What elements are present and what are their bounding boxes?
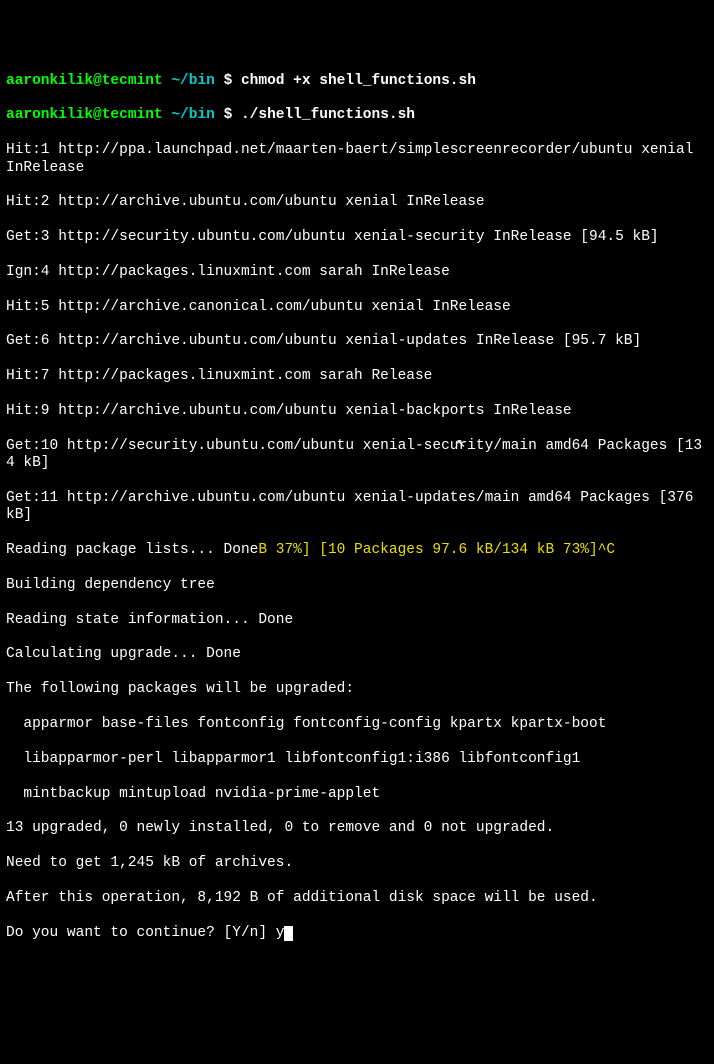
output-build-dep: Building dependency tree bbox=[6, 577, 708, 594]
output-hit5: Hit:5 http://archive.canonical.com/ubunt… bbox=[6, 299, 708, 316]
output-summary: 13 upgraded, 0 newly installed, 0 to rem… bbox=[6, 820, 708, 837]
terminal-cursor bbox=[284, 926, 293, 941]
prompt-line-1: aaronkilik@tecmint ~/bin $ chmod +x shel… bbox=[6, 73, 708, 90]
output-hit7: Hit:7 http://packages.linuxmint.com sara… bbox=[6, 368, 708, 385]
output-need: Need to get 1,245 kB of archives. bbox=[6, 855, 708, 872]
output-pkgs1: apparmor base-files fontconfig fontconfi… bbox=[6, 716, 708, 733]
prompt-path: ~/bin bbox=[171, 73, 215, 89]
prompt-dollar: $ bbox=[224, 73, 233, 89]
prompt-user: aaronkilik@tecmint bbox=[6, 107, 163, 123]
output-continue-prompt: Do you want to continue? [Y/n] y bbox=[6, 925, 708, 942]
output-read-state: Reading state information... Done bbox=[6, 612, 708, 629]
output-pkgs2: libapparmor-perl libapparmor1 libfontcon… bbox=[6, 751, 708, 768]
output-get6: Get:6 http://archive.ubuntu.com/ubuntu x… bbox=[6, 333, 708, 350]
reading-done: Reading package lists... Done bbox=[6, 542, 258, 558]
output-pkgs3: mintbackup mintupload nvidia-prime-apple… bbox=[6, 786, 708, 803]
prompt-path: ~/bin bbox=[171, 107, 215, 123]
prompt-line-2: aaronkilik@tecmint ~/bin $ ./shell_funct… bbox=[6, 107, 708, 124]
output-get10: Get:10 http://security.ubuntu.com/ubuntu… bbox=[6, 438, 708, 473]
output-will-upgrade: The following packages will be upgraded: bbox=[6, 681, 708, 698]
output-after: After this operation, 8,192 B of additio… bbox=[6, 890, 708, 907]
output-ign4: Ign:4 http://packages.linuxmint.com sara… bbox=[6, 264, 708, 281]
progress-indicator: B 37%] [10 Packages 97.6 kB/134 kB 73%]^… bbox=[258, 542, 615, 558]
output-calc-upgrade: Calculating upgrade... Done bbox=[6, 646, 708, 663]
continue-answer[interactable]: y bbox=[276, 925, 285, 941]
command-run[interactable]: ./shell_functions.sh bbox=[241, 107, 415, 123]
output-hit2: Hit:2 http://archive.ubuntu.com/ubuntu x… bbox=[6, 194, 708, 211]
prompt-user: aaronkilik@tecmint bbox=[6, 73, 163, 89]
prompt-dollar: $ bbox=[224, 107, 233, 123]
continue-question: Do you want to continue? [Y/n] bbox=[6, 925, 276, 941]
output-reading: Reading package lists... DoneB 37%] [10 … bbox=[6, 542, 708, 559]
output-hit9: Hit:9 http://archive.ubuntu.com/ubuntu x… bbox=[6, 403, 708, 420]
output-get11: Get:11 http://archive.ubuntu.com/ubuntu … bbox=[6, 490, 708, 525]
command-chmod[interactable]: chmod +x shell_functions.sh bbox=[241, 73, 476, 89]
output-get3: Get:3 http://security.ubuntu.com/ubuntu … bbox=[6, 229, 708, 246]
output-hit1: Hit:1 http://ppa.launchpad.net/maarten-b… bbox=[6, 142, 708, 177]
